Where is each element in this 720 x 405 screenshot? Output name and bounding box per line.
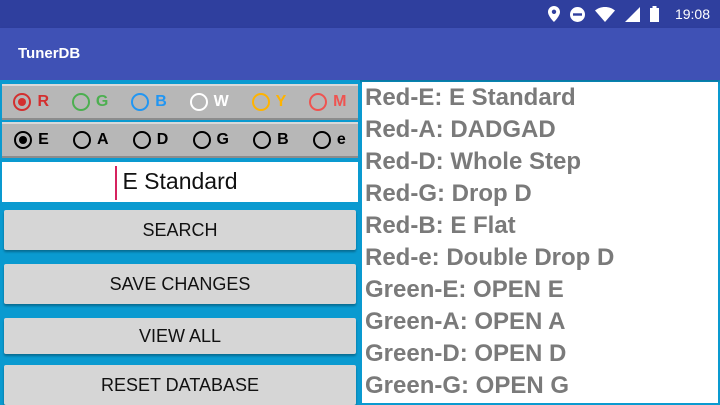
- status-bar: 19:08: [0, 0, 720, 28]
- save-changes-button[interactable]: SAVE CHANGES: [4, 264, 356, 304]
- color-option-label: Y: [275, 93, 287, 110]
- list-item[interactable]: Red-A: DADGAD: [362, 114, 718, 146]
- list-item[interactable]: Green-D: OPEN D: [362, 338, 718, 370]
- radio-circle-icon[interactable]: [72, 131, 91, 149]
- color-option-label: B: [155, 93, 167, 110]
- radio-circle-icon[interactable]: [312, 131, 331, 149]
- status-time: 19:08: [674, 6, 710, 22]
- list-item[interactable]: Red-D: Whole Step: [362, 146, 718, 178]
- color-option-label: R: [37, 93, 49, 110]
- radio-circle-icon[interactable]: [253, 131, 272, 149]
- string-radio-group: E A D G Be: [2, 122, 358, 158]
- string-option-label: E: [38, 131, 49, 148]
- radio-circle-icon[interactable]: [13, 93, 32, 111]
- status-icons: 19:08: [547, 4, 710, 24]
- radio-circle-icon[interactable]: [14, 131, 33, 149]
- results-list[interactable]: Red-E: E Standard Red-A: DADGAD Red-D: Who…: [362, 82, 718, 403]
- color-radio-group: RGBWYM: [2, 84, 358, 120]
- string-option[interactable]: A: [72, 131, 109, 149]
- radio-circle-icon[interactable]: [251, 93, 270, 111]
- text-cursor: [115, 166, 117, 200]
- battery-icon: [649, 6, 659, 22]
- color-option[interactable]: B: [131, 93, 167, 111]
- do-not-disturb-icon: [569, 6, 585, 22]
- tuning-input-value[interactable]: E Standard: [2, 168, 358, 195]
- color-option-label: W: [213, 93, 229, 110]
- color-option-label: M: [333, 93, 347, 110]
- string-option[interactable]: G: [192, 131, 229, 149]
- list-item[interactable]: Green-E: OPEN E: [362, 274, 718, 306]
- search-button[interactable]: SEARCH: [4, 210, 356, 250]
- string-option-label: A: [96, 131, 109, 148]
- string-option[interactable]: e: [312, 131, 346, 149]
- string-option-label: e: [336, 131, 346, 148]
- string-option[interactable]: D: [132, 131, 169, 149]
- tuning-input[interactable]: E Standard: [2, 162, 358, 202]
- radio-circle-icon[interactable]: [309, 93, 328, 111]
- list-item[interactable]: Red-e: Double Drop D: [362, 242, 718, 274]
- signal-icon: [624, 6, 640, 22]
- app-title: TunerDB: [18, 45, 81, 62]
- view-all-button[interactable]: VIEW ALL: [4, 318, 356, 354]
- color-option[interactable]: G: [71, 93, 109, 111]
- radio-circle-icon[interactable]: [131, 93, 150, 111]
- color-option[interactable]: M: [309, 93, 347, 111]
- list-item[interactable]: Red-B: E Flat: [362, 210, 718, 242]
- list-item[interactable]: Red-G: Drop D: [362, 178, 718, 210]
- color-option[interactable]: R: [13, 93, 49, 111]
- list-item[interactable]: Green-A: OPEN A: [362, 306, 718, 338]
- radio-circle-icon[interactable]: [189, 93, 208, 111]
- radio-circle-icon[interactable]: [192, 131, 211, 149]
- location-icon: [547, 6, 560, 22]
- radio-circle-icon[interactable]: [71, 93, 90, 111]
- string-option-label: B: [277, 131, 289, 148]
- color-option[interactable]: W: [189, 93, 229, 111]
- string-option[interactable]: B: [253, 131, 289, 149]
- list-item[interactable]: Red-E: E Standard: [362, 82, 718, 114]
- color-option[interactable]: Y: [251, 93, 287, 111]
- string-option-label: D: [156, 131, 169, 148]
- list-item[interactable]: Green-G: OPEN G: [362, 370, 718, 402]
- app-bar: TunerDB: [0, 28, 720, 80]
- string-option-label: G: [216, 131, 229, 148]
- radio-circle-icon[interactable]: [132, 131, 151, 149]
- string-option[interactable]: E: [14, 131, 49, 149]
- controls-panel: R G B W Y M E A D G Be E Standard SEARCH SAVE CHA…: [0, 80, 360, 405]
- color-option-label: G: [95, 93, 109, 110]
- wifi-icon: [594, 6, 615, 22]
- reset-database-button[interactable]: RESET DATABASE: [4, 365, 356, 405]
